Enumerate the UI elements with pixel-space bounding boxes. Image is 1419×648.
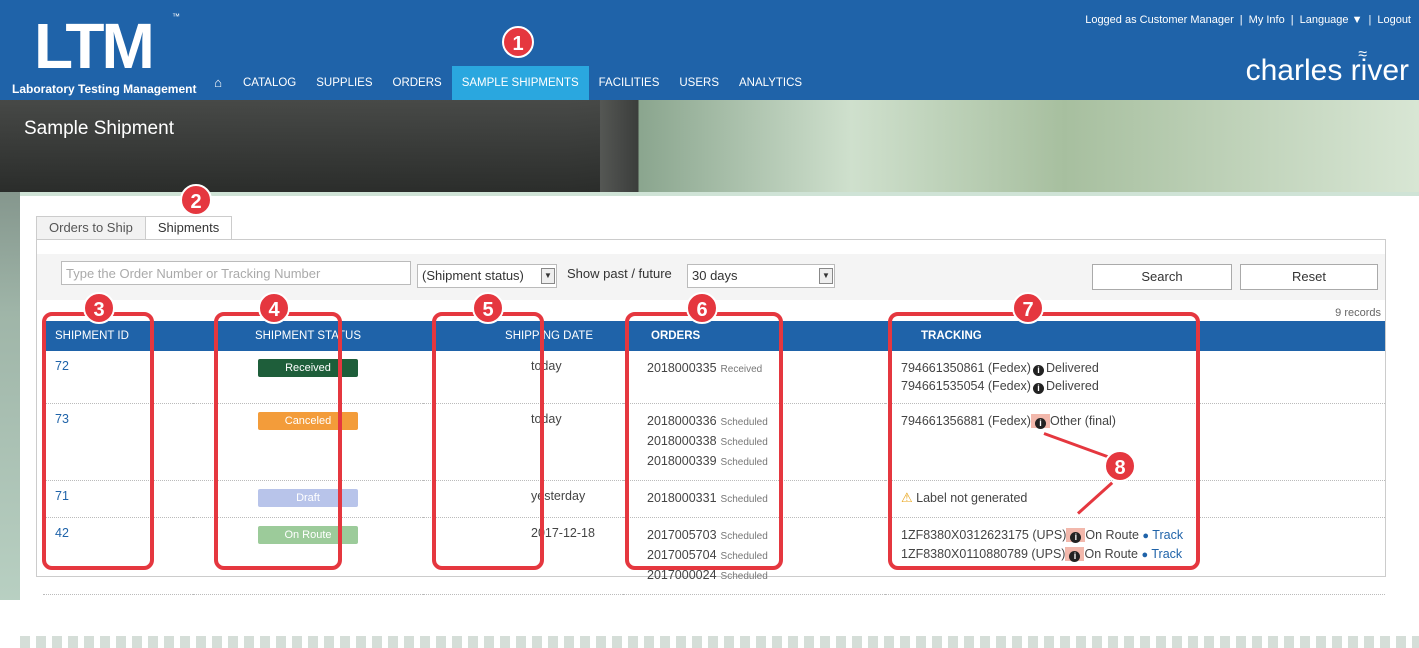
- shipping-date: today: [423, 403, 623, 481]
- tracking-entry: 1ZF8380X0110880789 (UPS) i On Route ● Trac…: [901, 547, 1183, 562]
- order-entry: 2018000339 Scheduled: [647, 454, 768, 468]
- info-icon[interactable]: i: [1032, 365, 1044, 376]
- table-row: 42 On Route 2017-12-18 2017005703 Schedul…: [43, 517, 1385, 595]
- shipment-id-link[interactable]: 72: [55, 359, 69, 373]
- shipment-id-link[interactable]: 42: [55, 526, 69, 540]
- tracking-entry: 794661350861 (Fedex) i Delivered: [901, 361, 1099, 376]
- page-title: Sample Shipment: [24, 118, 174, 139]
- chevron-down-icon: ▼: [541, 268, 555, 284]
- nav-orders[interactable]: ORDERS: [382, 66, 452, 100]
- status-badge: Received: [258, 359, 358, 377]
- order-entry: 2017005704 Scheduled: [647, 548, 768, 562]
- warning-icon: ⚠: [901, 490, 913, 505]
- order-entry: 2018000335 Received: [647, 361, 763, 375]
- col-shipping-date[interactable]: SHIPPING DATE: [423, 321, 623, 351]
- range-select-value: 30 days: [692, 268, 738, 283]
- table-row: 72 Received today 2018000335 Received 794…: [43, 351, 1385, 404]
- home-icon[interactable]: ⌂: [203, 66, 233, 100]
- status-badge: Canceled: [258, 412, 358, 430]
- records-count: 9 records: [1335, 307, 1381, 319]
- tab-orders-to-ship[interactable]: Orders to Ship: [36, 216, 146, 240]
- shipping-date: 2017-12-18: [423, 517, 623, 595]
- tab-bar: Orders to Ship Shipments: [36, 216, 233, 240]
- tab-shipments[interactable]: Shipments: [144, 216, 233, 240]
- logo-subtitle: Laboratory Testing Management: [12, 82, 197, 96]
- range-label: Show past / future: [567, 266, 672, 281]
- search-button[interactable]: Search: [1092, 264, 1232, 290]
- language-dropdown[interactable]: Language ▼: [1300, 14, 1363, 26]
- separator: |: [1290, 14, 1294, 26]
- status-select[interactable]: (Shipment status) ▼: [417, 264, 557, 288]
- brand-logo: charles river: [1245, 54, 1409, 87]
- track-link[interactable]: Track: [1151, 547, 1182, 561]
- range-select[interactable]: 30 days ▼: [687, 264, 835, 288]
- logo[interactable]: LTM ™ Laboratory Testing Management: [8, 8, 201, 100]
- track-link[interactable]: Track: [1152, 528, 1183, 542]
- separator: |: [1368, 14, 1372, 26]
- globe-icon: ●: [1141, 549, 1149, 561]
- tracking-entry: 794661356881 (Fedex) i Other (final): [901, 414, 1116, 429]
- col-orders[interactable]: ORDERS: [623, 321, 885, 351]
- logout-link[interactable]: Logout: [1377, 14, 1411, 26]
- separator: |: [1239, 14, 1243, 26]
- shipment-id-link[interactable]: 71: [55, 489, 69, 503]
- shipping-date: yesterday: [423, 480, 623, 518]
- table-row: 71 Draft yesterday 2018000331 Scheduled ⚠…: [43, 480, 1385, 518]
- main-content: Orders to Ship Shipments (Shipment statu…: [20, 196, 1419, 600]
- my-info-link[interactable]: My Info: [1249, 14, 1285, 26]
- info-icon[interactable]: i: [1069, 551, 1081, 562]
- logged-as-text: Logged as Customer Manager: [1085, 14, 1234, 26]
- info-icon[interactable]: i: [1070, 532, 1082, 543]
- shipping-date: today: [423, 351, 623, 404]
- order-entry: 2018000338 Scheduled: [647, 434, 768, 448]
- col-tracking: TRACKING: [885, 321, 1385, 351]
- user-menu: Logged as Customer Manager | My Info | L…: [1085, 14, 1411, 26]
- col-shipment-id[interactable]: SHIPMENT ID: [43, 321, 193, 351]
- shipment-id-link[interactable]: 73: [55, 412, 69, 426]
- main-nav: ⌂ CATALOG SUPPLIES ORDERS SAMPLE SHIPMEN…: [203, 66, 813, 100]
- tracking-entry: 794661535054 (Fedex) i Delivered: [901, 379, 1099, 394]
- tracking-entry: 1ZF8380X0312623175 (UPS) i On Route ● Trac…: [901, 528, 1184, 543]
- col-shipment-status[interactable]: SHIPMENT STATUS: [193, 321, 423, 351]
- top-bar: LTM ™ Laboratory Testing Management ⌂ CA…: [0, 0, 1419, 100]
- reset-button[interactable]: Reset: [1240, 264, 1378, 290]
- nav-supplies[interactable]: SUPPLIES: [306, 66, 383, 100]
- chevron-down-icon: ▼: [819, 268, 833, 284]
- order-entry: 2018000331 Scheduled: [647, 491, 768, 505]
- status-badge: On Route: [258, 526, 358, 544]
- order-entry: 2017005703 Scheduled: [647, 528, 768, 542]
- shipments-panel: (Shipment status) ▼ Show past / future 3…: [36, 239, 1386, 595]
- nav-facilities[interactable]: FACILITIES: [588, 66, 670, 100]
- info-icon[interactable]: i: [1034, 418, 1046, 429]
- logo-trademark: ™: [172, 12, 180, 21]
- order-entry: 2018000336 Scheduled: [647, 414, 768, 428]
- table-row: 73 Canceled today 2018000336 Scheduled 20…: [43, 403, 1385, 481]
- filter-bar: (Shipment status) ▼ Show past / future 3…: [37, 254, 1385, 300]
- nav-analytics[interactable]: ANALYTICS: [729, 66, 813, 100]
- order-entry: 2017000024 Scheduled: [647, 568, 768, 582]
- nav-sample-shipments[interactable]: SAMPLE SHIPMENTS: [451, 66, 589, 100]
- shipments-table: SHIPMENT ID SHIPMENT STATUS SHIPPING DAT…: [43, 321, 1385, 595]
- nav-catalog[interactable]: CATALOG: [233, 66, 307, 100]
- table-header-row: SHIPMENT ID SHIPMENT STATUS SHIPPING DAT…: [43, 321, 1385, 351]
- globe-icon: ●: [1142, 530, 1150, 542]
- logo-mark: LTM: [34, 10, 155, 82]
- nav-users[interactable]: USERS: [669, 66, 729, 100]
- warning-entry: ⚠ Label not generated: [901, 490, 1028, 505]
- page-header: Sample Shipment: [0, 100, 1419, 192]
- search-input[interactable]: [61, 261, 411, 285]
- status-badge: Draft: [258, 489, 358, 507]
- info-icon[interactable]: i: [1032, 383, 1044, 394]
- status-select-value: (Shipment status): [422, 268, 524, 283]
